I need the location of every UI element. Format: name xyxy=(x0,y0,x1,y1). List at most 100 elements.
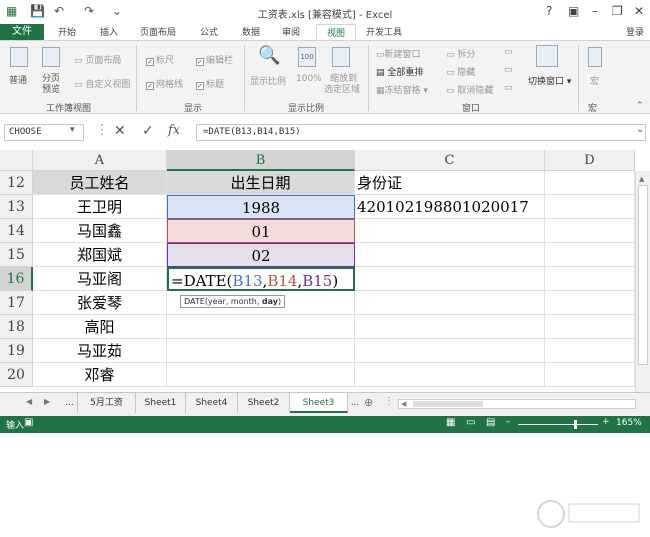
cell-c14[interactable] xyxy=(355,219,545,243)
cell-b18[interactable] xyxy=(167,315,355,339)
ribbon-options-icon[interactable]: ▣ xyxy=(568,4,579,18)
restore-button[interactable]: ❐ xyxy=(612,4,623,18)
insert-function-button[interactable]: fx xyxy=(168,123,180,138)
h-scroll-thumb[interactable] xyxy=(413,401,483,407)
cell-d19[interactable] xyxy=(545,339,635,363)
cell-d15[interactable] xyxy=(545,243,635,267)
cell-b19[interactable] xyxy=(167,339,355,363)
page-layout-view-button[interactable]: ▭ 页面布局 xyxy=(74,53,121,66)
row-header[interactable]: 17 xyxy=(0,291,33,315)
tab-insert[interactable]: 插入 xyxy=(100,25,118,38)
more-sheets-left[interactable]: ... xyxy=(62,393,78,413)
row-header[interactable]: 12 xyxy=(0,171,33,195)
scroll-up-icon[interactable]: ▲ xyxy=(639,175,644,183)
cancel-icon[interactable]: ✕ xyxy=(114,123,126,139)
cell-b20[interactable] xyxy=(167,363,355,387)
cell-c12[interactable]: 身份证 xyxy=(355,171,545,195)
select-all-corner[interactable] xyxy=(0,150,33,171)
cell-c18[interactable] xyxy=(355,315,545,339)
tab-home[interactable]: 开始 xyxy=(58,25,76,38)
cell-d18[interactable] xyxy=(545,315,635,339)
headings-checkbox[interactable]: ✓ 标题 xyxy=(196,77,224,90)
row-header[interactable]: 15 xyxy=(0,243,33,267)
name-box-dropdown-icon[interactable]: ▾ xyxy=(70,125,75,135)
cell-c16[interactable] xyxy=(355,267,545,291)
cell-b16[interactable]: =DATE(B13,B14,B15) xyxy=(167,267,355,291)
cell-a19[interactable]: 马亚茹 xyxy=(33,339,167,363)
collapse-ribbon-icon[interactable]: ⌃ xyxy=(636,101,644,111)
zoom-out-icon[interactable]: – xyxy=(506,417,511,427)
tab-splitter-icon[interactable]: ⋮ xyxy=(384,396,394,407)
cell-d20[interactable] xyxy=(545,363,635,387)
row-header[interactable]: 16 xyxy=(0,267,33,291)
add-sheet-icon[interactable]: ⊕ xyxy=(364,396,373,409)
hide-button[interactable]: ▭ 隐藏 xyxy=(446,65,475,78)
custom-view-button[interactable]: ▭ 自定义视图 xyxy=(74,77,130,90)
row-header[interactable]: 13 xyxy=(0,195,33,219)
cell-a13[interactable]: 王卫明 xyxy=(33,195,167,219)
next-sheet-icon[interactable]: ▶ xyxy=(44,397,50,406)
close-button[interactable]: ✕ xyxy=(634,4,644,18)
cell-d14[interactable] xyxy=(545,219,635,243)
sheet-tab-sheet4[interactable]: Sheet4 xyxy=(186,393,238,413)
sheet-tab-sheet3[interactable]: Sheet3 xyxy=(290,393,348,413)
zoom-slider-thumb[interactable] xyxy=(574,420,577,429)
more-sheets-right[interactable]: ... xyxy=(348,393,362,413)
sheet-tab-sheet1[interactable]: Sheet1 xyxy=(136,393,186,413)
cell-a18[interactable]: 高阳 xyxy=(33,315,167,339)
tab-review[interactable]: 审阅 xyxy=(282,25,300,38)
column-header-d[interactable]: D xyxy=(545,150,635,171)
switch-window-icon[interactable] xyxy=(536,45,558,67)
switch-window-label[interactable]: 切换窗口 ▾ xyxy=(528,74,571,87)
cell-c20[interactable] xyxy=(355,363,545,387)
cell-a20[interactable]: 邓睿 xyxy=(33,363,167,387)
enter-icon[interactable]: ✓ xyxy=(142,123,154,139)
cell-d12[interactable] xyxy=(545,171,635,195)
cell-a15[interactable]: 郑国斌 xyxy=(33,243,167,267)
page-break-status-icon[interactable]: ▤ xyxy=(486,417,495,428)
column-header-c[interactable]: C xyxy=(355,150,545,171)
column-header-b[interactable]: B xyxy=(167,150,355,171)
zoom-selection-icon[interactable] xyxy=(332,47,350,67)
cell-c13[interactable]: 420102198801020017 xyxy=(355,195,545,219)
cell-a17[interactable]: 张爱琴 xyxy=(33,291,167,315)
tab-developer[interactable]: 开发工具 xyxy=(366,25,402,38)
normal-view-icon[interactable] xyxy=(10,47,28,67)
new-window-button[interactable]: ▭新建窗口 xyxy=(376,47,421,60)
view-side-by-side-icon[interactable]: ▭ xyxy=(504,47,513,57)
arrange-all-button[interactable]: ▤ 全部重排 xyxy=(376,65,423,78)
row-header[interactable]: 14 xyxy=(0,219,33,243)
ruler-checkbox[interactable]: ✓ 标尺 xyxy=(146,53,174,66)
page-layout-status-icon[interactable]: ▭ xyxy=(466,417,475,428)
cell-d17[interactable] xyxy=(545,291,635,315)
cell-a14[interactable]: 马国鑫 xyxy=(33,219,167,243)
zoom-icon[interactable]: 🔍 xyxy=(258,45,280,66)
help-button[interactable]: ? xyxy=(546,4,552,18)
sheet-tab-5yue[interactable]: 5月工资 xyxy=(78,393,136,413)
cell-b12[interactable]: 出生日期 xyxy=(167,171,355,195)
zoom-level[interactable]: 165% xyxy=(616,418,642,428)
cell-c17[interactable] xyxy=(355,291,545,315)
minimize-button[interactable]: – xyxy=(592,4,598,18)
cell-b14[interactable]: 01 xyxy=(167,219,355,243)
zoom-in-icon[interactable]: + xyxy=(602,417,610,427)
reset-position-icon[interactable]: ▭ xyxy=(504,83,513,93)
cell-c19[interactable] xyxy=(355,339,545,363)
scroll-left-icon[interactable]: ◀ xyxy=(401,400,406,408)
zoom-slider[interactable] xyxy=(518,424,598,425)
cell-a16[interactable]: 马亚阁 xyxy=(33,267,167,291)
horizontal-scrollbar[interactable]: ◀ xyxy=(398,399,636,409)
cell-d16[interactable] xyxy=(545,267,635,291)
freeze-panes-button[interactable]: ▦冻结窗格 ▾ xyxy=(376,83,428,96)
vertical-scrollbar[interactable]: ▲ xyxy=(635,171,650,392)
cell-b15[interactable]: 02 xyxy=(167,243,355,267)
macro-record-icon[interactable]: ▣ xyxy=(24,417,33,428)
tab-page-layout[interactable]: 页面布局 xyxy=(140,25,176,38)
tab-file[interactable]: 文件 xyxy=(0,24,44,40)
zoom-100-icon[interactable]: 100 xyxy=(298,47,316,67)
formula-input[interactable]: =DATE(B13,B14,B15) xyxy=(196,124,646,141)
unhide-button[interactable]: ▭ 取消隐藏 xyxy=(446,83,493,96)
split-button[interactable]: ▭ 拆分 xyxy=(446,47,475,60)
normal-view-status-icon[interactable]: ▦ xyxy=(446,417,455,428)
tab-data[interactable]: 数据 xyxy=(242,25,260,38)
